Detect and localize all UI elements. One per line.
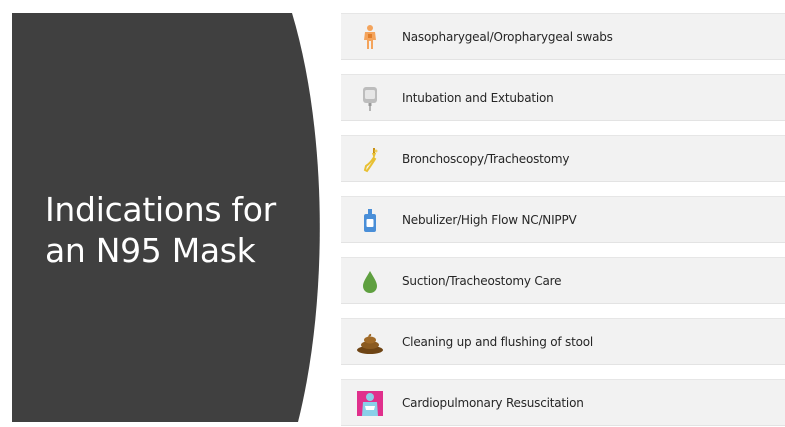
slide: Indications for an N95 Mask Nasopharygea…	[0, 0, 785, 426]
list-item-label: Cardiopulmonary Resuscitation	[402, 396, 584, 410]
list-item: Intubation and Extubation	[341, 74, 785, 121]
list-item: Nasopharygeal/Oropharygeal swabs	[341, 13, 785, 60]
list-item: Cleaning up and flushing of stool	[341, 318, 785, 365]
iv-bag-icon	[363, 87, 377, 111]
slide-title-line-2: an N95 Mask	[45, 231, 256, 270]
droplet-icon	[363, 271, 377, 293]
slide-title: Indications for an N95 Mask	[45, 189, 315, 271]
cpr-person-icon	[357, 391, 383, 416]
list-item-label: Intubation and Extubation	[402, 91, 554, 105]
list-item-label: Suction/Tracheostomy Care	[402, 274, 562, 288]
slide-title-line-1: Indications for	[45, 190, 276, 229]
list-item: Bronchoscopy/Tracheostomy	[341, 135, 785, 182]
list-item: Cardiopulmonary Resuscitation	[341, 379, 785, 426]
list-item-label: Cleaning up and flushing of stool	[402, 335, 594, 349]
list-item-label: Nebulizer/High Flow NC/NIPPV	[402, 213, 577, 227]
person-figure-icon	[364, 25, 376, 49]
list-item-label: Bronchoscopy/Tracheostomy	[402, 152, 570, 166]
stool-icon	[357, 333, 383, 354]
list-item-label: Nasopharygeal/Oropharygeal swabs	[402, 30, 613, 44]
nebulizer-bottle-icon	[364, 209, 376, 232]
scope-icon	[363, 148, 378, 173]
title-panel: Indications for an N95 Mask	[12, 13, 324, 422]
list-item: Suction/Tracheostomy Care	[341, 257, 785, 304]
list-item: Nebulizer/High Flow NC/NIPPV	[341, 196, 785, 243]
